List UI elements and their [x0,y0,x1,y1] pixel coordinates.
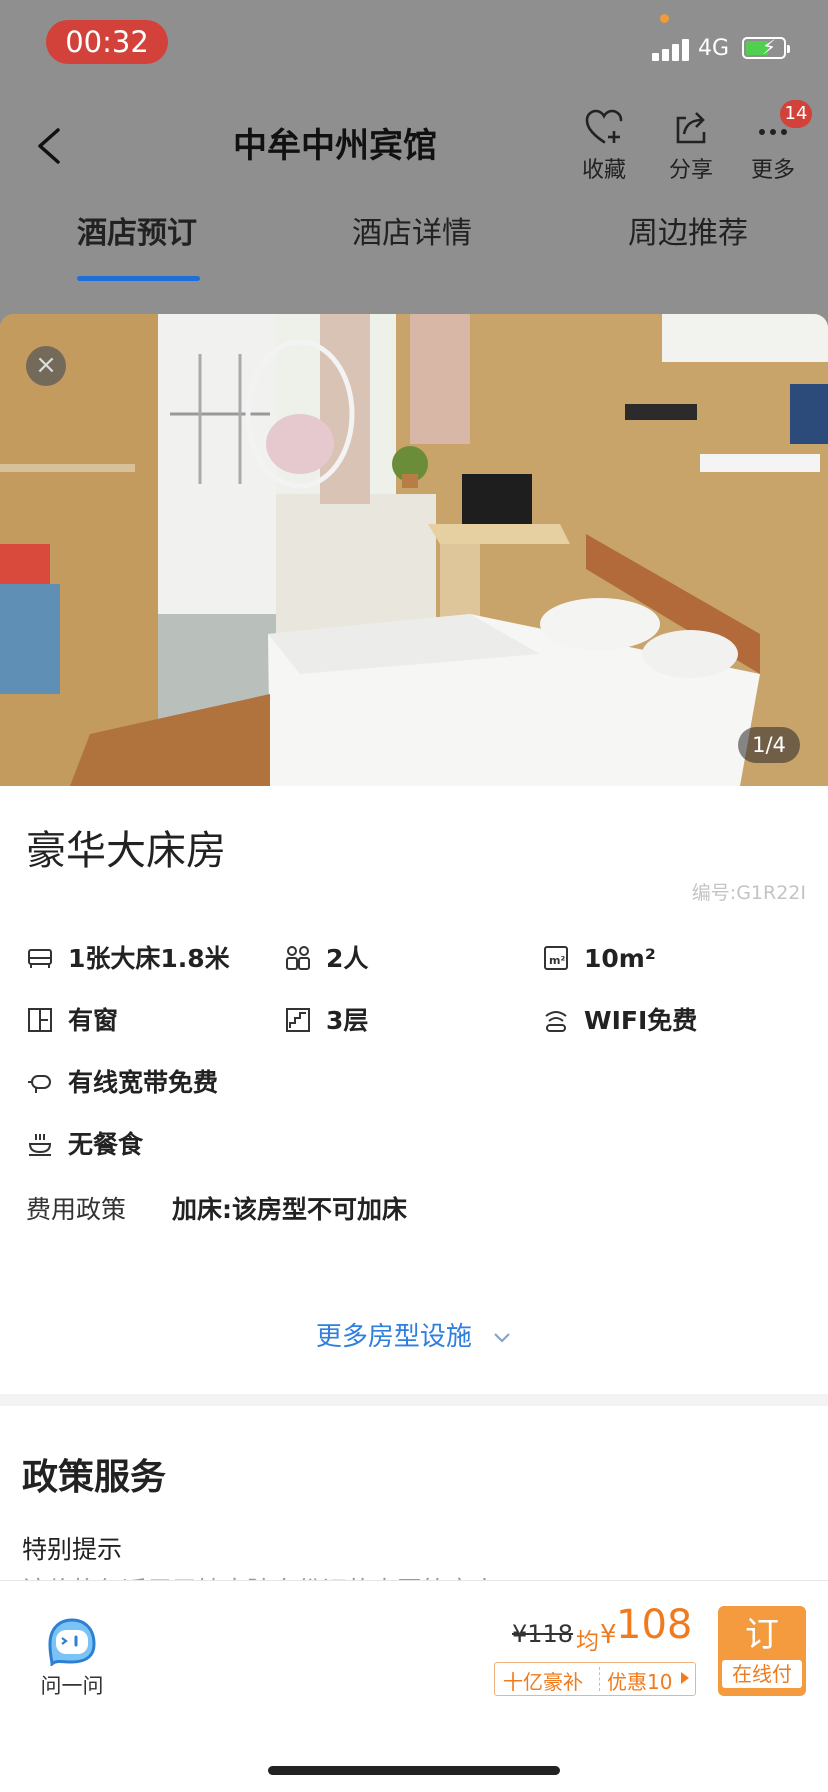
promo-subsidy-label: 十亿豪补 [503,1670,583,1694]
home-indicator [268,1766,560,1775]
battery-icon: ⚡ [742,35,790,59]
currency-symbol: ¥ [600,1620,617,1650]
status-time: 00:32 [46,20,168,64]
book-button-label: 订 [745,1615,779,1655]
facility-area: m² 10m² [542,942,656,976]
chevron-down-icon [494,1332,510,1343]
more-room-facilities-link[interactable]: 更多房型设施 [0,1316,828,1353]
back-button[interactable] [30,118,70,174]
close-photo-button[interactable]: × [26,346,66,386]
average-label: 均 [576,1629,599,1655]
facility-meal: 无餐食 [26,1128,143,1162]
stairs-icon [284,1006,312,1034]
more-room-facilities-label: 更多房型设施 [315,1322,472,1352]
facility-wifi: WIFI免费 [542,1004,697,1038]
room-name: 豪华大床房 [26,828,226,874]
facility-broadband: 有线宽带免费 [26,1066,218,1100]
notification-badge: 14 [780,100,812,128]
facility-wifi-text: WIFI免费 [584,1006,698,1035]
facility-guests: 2人 [284,942,368,976]
photo-counter: 1/4 [738,727,800,763]
facility-bed-text: 1张大床1.8米 [68,944,230,973]
close-icon: × [35,350,57,380]
special-notice-label: 特别提示 [22,1535,123,1564]
room-photo-illustration [0,314,828,786]
fee-policy-value: 加床:该房型不可加床 [172,1195,407,1224]
tab-hotel-details[interactable]: 酒店详情 [352,208,472,252]
facility-bed: 1张大床1.8米 [26,942,230,976]
favorite-label: 收藏 [581,158,626,183]
facility-broadband-text: 有线宽带免费 [68,1068,219,1097]
chevron-left-icon [38,128,60,164]
facility-floor: 3层 [284,1004,368,1038]
tab-nearby[interactable]: 周边推荐 [628,208,748,252]
original-price: ¥118 [512,1620,574,1648]
active-tab-indicator [77,276,200,281]
share-button[interactable]: 分享 [656,108,726,188]
page-title: 中牟中州宾馆 [233,126,437,166]
signal-icon [652,37,692,61]
svg-text:m²: m² [549,954,565,967]
section-divider [0,1394,828,1406]
share-icon [676,112,706,144]
facility-meal-text: 无餐食 [68,1130,144,1159]
heart-plus-icon [585,109,623,144]
booking-bar [0,1580,828,1792]
chatbot-icon [48,1618,96,1666]
facility-guests-text: 2人 [326,944,369,973]
caret-right-icon [681,1672,689,1684]
area-icon: m² [542,944,570,972]
room-code: 编号:G1R22I [691,882,806,904]
favorite-button[interactable]: 收藏 [569,108,639,188]
pay-online-label: 在线付 [722,1660,802,1688]
cable-icon [26,1068,54,1096]
share-label: 分享 [668,158,713,183]
current-price: 108 [616,1602,693,1648]
tab-hotel-booking[interactable]: 酒店预订 [77,208,197,252]
room-photo[interactable] [0,314,828,786]
policy-section-title: 政策服务 [22,1457,167,1498]
fee-policy-label: 费用政策 [26,1195,127,1224]
promo-tag[interactable]: 十亿豪补 优惠10 [494,1662,696,1696]
window-icon [26,1006,54,1034]
facility-window: 有窗 [26,1004,118,1038]
privacy-indicator-dot [660,14,669,23]
facility-window-text: 有窗 [68,1006,119,1035]
meal-icon [26,1130,54,1158]
people-icon [284,944,312,972]
bed-icon [26,944,54,972]
promo-discount-label: 优惠10 [607,1670,673,1694]
promo-separator [599,1667,600,1691]
facility-floor-text: 3层 [326,1006,369,1035]
wifi-icon [542,1006,570,1034]
more-label: 更多 [750,158,795,183]
facility-area-text: 10m² [584,944,656,973]
tab-bar: 酒店预订 酒店详情 周边推荐 [0,208,828,288]
book-button[interactable]: 订 在线付 [718,1606,806,1696]
network-type: 4G [698,36,730,61]
ask-label: 问一问 [40,1674,104,1698]
